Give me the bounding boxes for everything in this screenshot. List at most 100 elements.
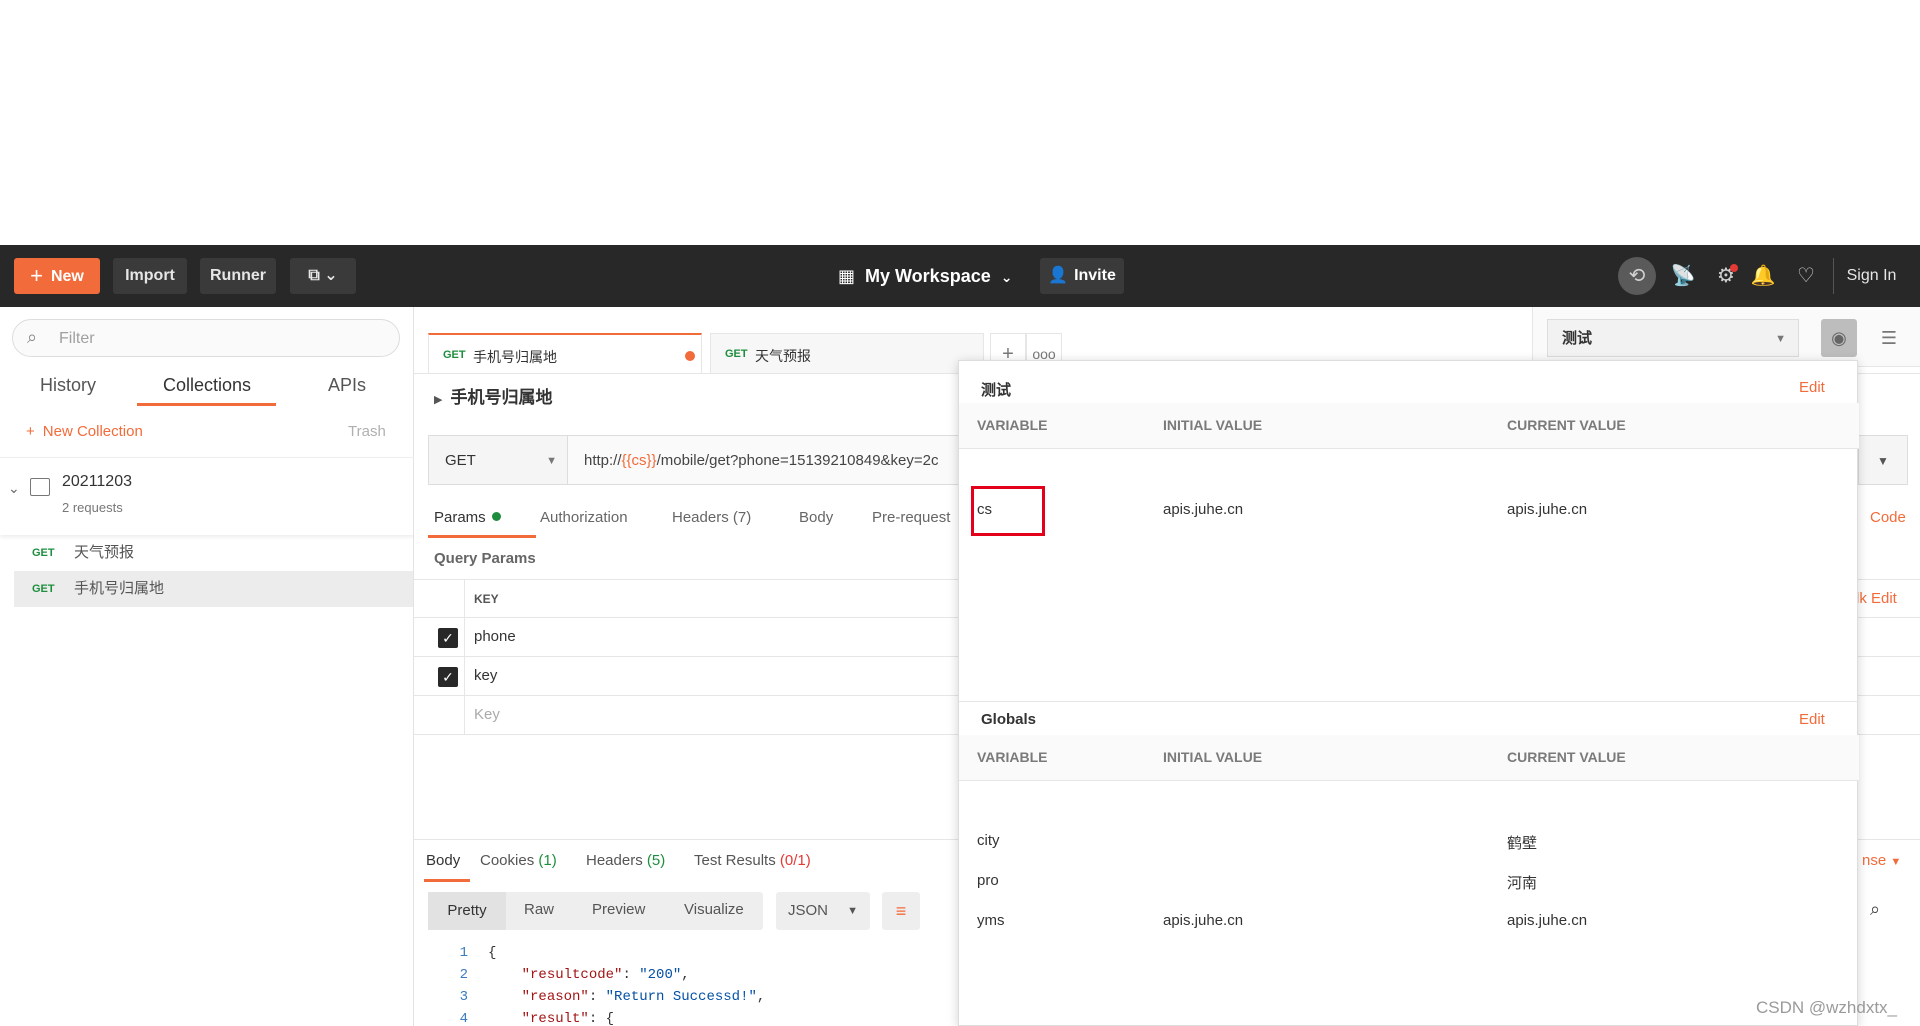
checkbox[interactable]: ✓: [438, 628, 458, 648]
add-user-icon: 👤: [1048, 267, 1069, 284]
active-tab-indicator: [424, 879, 470, 882]
sync-off-icon[interactable]: ⟲: [1618, 257, 1656, 295]
collection-count: 2 requests: [62, 500, 123, 515]
unsaved-dot: [685, 351, 695, 361]
import-button[interactable]: Import: [113, 258, 187, 294]
top-bar: + New Import Runner ⧉ ⌄ ▦ My Workspace ⌄ 👤 I…: [0, 245, 1920, 307]
request-tab-active[interactable]: GET 手机号归属地: [428, 333, 702, 373]
notification-dot: [1730, 264, 1738, 272]
pretty-button[interactable]: Pretty: [428, 892, 506, 930]
collection-name: 20211203: [62, 473, 132, 490]
caret-down-icon: ▼: [546, 455, 557, 467]
heart-icon[interactable]: ♡: [1791, 261, 1821, 291]
active-tab-indicator: [428, 535, 536, 538]
method-badge: GET: [32, 583, 55, 595]
new-button[interactable]: + New: [14, 258, 100, 294]
current-value: 鹤壁: [1507, 835, 1538, 852]
environment-title: 测试: [981, 382, 1012, 399]
bell-icon[interactable]: 🔔: [1748, 261, 1778, 291]
environment-quick-look: 测试 Edit VARIABLE INITIAL VALUE CURRENT V…: [958, 360, 1859, 1026]
environment-select[interactable]: 测试 ▼: [1547, 319, 1799, 357]
sliders-icon[interactable]: ☰: [1871, 319, 1907, 357]
environment-bar: 测试 ▼ ◉ ☰: [1532, 307, 1920, 367]
variable-highlight: [971, 486, 1045, 536]
current-value: apis.juhe.cn: [1507, 912, 1588, 929]
tab-response-headers[interactable]: Headers (5): [586, 852, 665, 869]
filter-input[interactable]: ⌕ Filter: [12, 319, 400, 357]
request-item-active[interactable]: GET 手机号归属地: [14, 571, 413, 607]
raw-button[interactable]: Raw: [524, 901, 554, 918]
request-name: 天气预报: [74, 544, 135, 561]
code-line: 2 "resultcode": "200",: [459, 967, 690, 983]
save-response-dropdown[interactable]: nse ▼: [1862, 852, 1901, 869]
plus-icon: +: [26, 423, 35, 440]
eye-icon[interactable]: ◉: [1821, 319, 1857, 357]
trash-button[interactable]: Trash: [348, 423, 386, 440]
section-divider: [959, 701, 1859, 702]
workspace-switcher[interactable]: ▦ My Workspace ⌄: [838, 258, 1012, 294]
caret-right-icon: ▶: [434, 394, 443, 406]
edit-environment-link[interactable]: Edit: [1799, 379, 1825, 396]
request-tab[interactable]: GET 天气预报: [710, 333, 984, 373]
caret-down-icon: ▼: [847, 905, 858, 917]
initial-value: apis.juhe.cn: [1163, 912, 1244, 929]
sign-in-button[interactable]: Sign In: [1833, 258, 1909, 294]
collection-item[interactable]: ⌄ 20211203 2 requests: [0, 457, 414, 535]
wrap-lines-icon[interactable]: ≡: [882, 892, 920, 930]
runner-button[interactable]: Runner: [200, 258, 276, 294]
active-dot: [491, 512, 501, 521]
query-params-title: Query Params: [434, 550, 536, 567]
grid-icon: ▦: [838, 266, 856, 286]
tab-pre-request[interactable]: Pre-request: [872, 509, 950, 526]
tab-test-results[interactable]: Test Results (0/1): [694, 852, 811, 869]
tab-collections[interactable]: Collections: [163, 375, 251, 396]
search-icon: ⌕: [27, 327, 38, 347]
variable-name: city: [977, 832, 1000, 849]
tab-response-body[interactable]: Body: [426, 852, 460, 869]
request-name: 手机号归属地: [74, 580, 165, 597]
new-window-button[interactable]: ⧉ ⌄: [290, 258, 356, 294]
caret-down-icon: ▼: [1890, 856, 1902, 868]
bulk-edit-link[interactable]: lk Edit: [1856, 590, 1897, 607]
visualize-button[interactable]: Visualize: [684, 901, 744, 918]
tab-apis[interactable]: APIs: [328, 375, 366, 396]
new-collection-button[interactable]: + New Collection: [26, 423, 143, 440]
tab-history[interactable]: History: [40, 375, 96, 396]
checkbox[interactable]: ✓: [438, 667, 458, 687]
format-select[interactable]: JSON ▼: [776, 892, 870, 930]
send-options-button[interactable]: ▼: [1858, 435, 1908, 485]
format-bar: Pretty Raw Preview Visualize: [428, 892, 763, 930]
tab-authorization[interactable]: Authorization: [540, 509, 628, 526]
watermark: CSDN @wzhdxtx_: [1756, 998, 1898, 1017]
edit-globals-link[interactable]: Edit: [1799, 711, 1825, 728]
initial-value: apis.juhe.cn: [1163, 501, 1244, 518]
new-window-icon: ⧉ ⌄: [308, 267, 338, 284]
variable-name: yms: [977, 912, 1005, 929]
tab-params[interactable]: Params: [434, 509, 501, 526]
table-header: VARIABLE INITIAL VALUE CURRENT VALUE: [959, 403, 1859, 449]
globals-title: Globals: [981, 711, 1037, 728]
tab-cookies[interactable]: Cookies (1): [480, 852, 557, 869]
current-value: apis.juhe.cn: [1507, 501, 1588, 518]
request-title[interactable]: ▶ 手机号归属地: [434, 383, 552, 408]
variable-name: pro: [977, 872, 999, 889]
code-line: 3 "reason": "Return Successd!",: [459, 989, 766, 1005]
tab-headers[interactable]: Headers (7): [672, 509, 751, 526]
plus-icon: +: [30, 263, 43, 288]
method-badge: GET: [32, 547, 55, 559]
satellite-icon[interactable]: 📡: [1668, 261, 1698, 291]
sidebar: ⌕ Filter History Collections APIs + New C…: [0, 307, 414, 1026]
code-line: 1{: [459, 945, 497, 961]
request-item[interactable]: GET 天气预报: [14, 535, 413, 571]
current-value: 河南: [1507, 875, 1538, 892]
method-select[interactable]: GET ▼: [428, 435, 568, 485]
tab-body[interactable]: Body: [799, 509, 833, 526]
invite-button[interactable]: 👤 Invite: [1040, 258, 1124, 294]
code-link[interactable]: Code: [1870, 509, 1906, 526]
folder-icon: [30, 478, 50, 496]
search-icon[interactable]: ⌕: [1870, 899, 1880, 920]
chevron-down-icon[interactable]: ⌄: [8, 480, 20, 497]
code-line: 4 "result": {: [459, 1011, 615, 1026]
caret-down-icon: ▼: [1775, 333, 1786, 345]
preview-button[interactable]: Preview: [592, 901, 645, 918]
